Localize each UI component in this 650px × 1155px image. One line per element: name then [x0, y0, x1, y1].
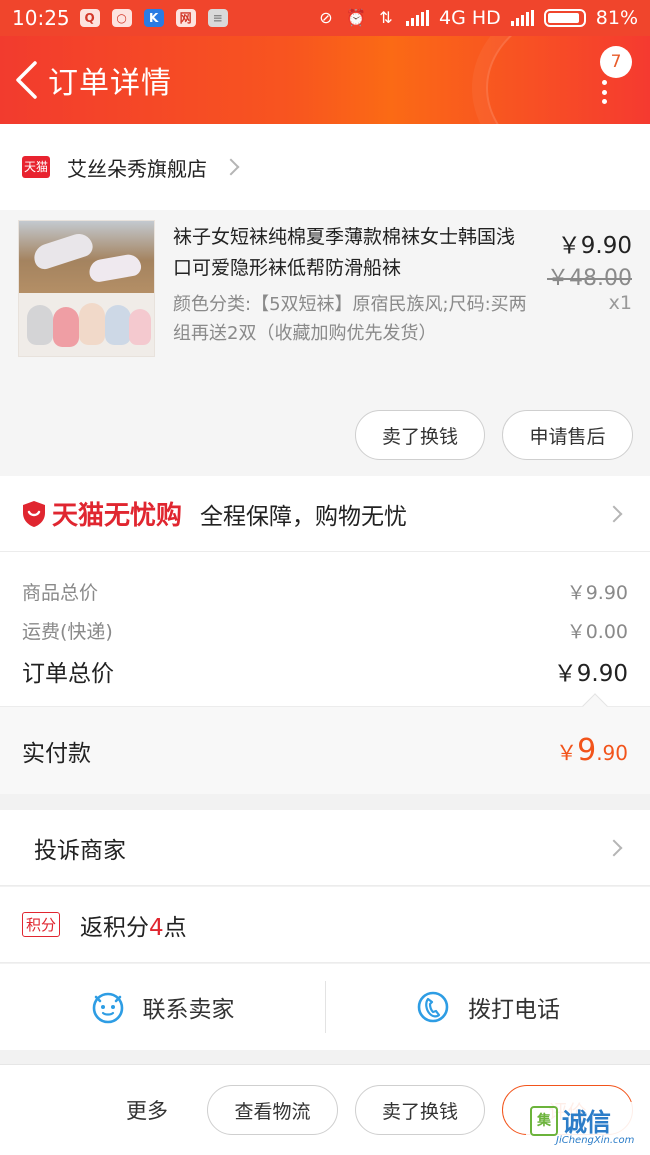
points-tag: 积分	[22, 912, 61, 937]
mute-icon: ⊘	[319, 8, 333, 27]
product-quantity: x1	[608, 292, 632, 314]
product-thumbnail[interactable]	[18, 220, 155, 357]
k-app-icon: K	[143, 9, 164, 27]
shop-name[interactable]: 艾丝朵秀旗舰店	[67, 153, 207, 182]
watermark-logo: 集	[530, 1106, 558, 1136]
order-item[interactable]: 袜子女短袜纯棉夏季薄款棉袜女士韩国浅口可爱隐形袜低帮防滑船袜 颜色分类:【5双短…	[0, 210, 650, 476]
points-text: 返积分4点	[80, 914, 187, 941]
netease-icon: 网	[175, 9, 196, 27]
message-count-badge[interactable]: 7	[600, 46, 632, 78]
clock: 10:25	[12, 6, 70, 30]
call-phone-label: 拨打电话	[468, 997, 560, 1023]
shipping-row: 运费(快递) ￥0.00	[22, 617, 628, 644]
view-logistics-button[interactable]: 查看物流	[207, 1085, 338, 1135]
sell-for-cash-button[interactable]: 卖了换钱	[355, 410, 485, 460]
more-actions-button[interactable]: 更多	[126, 1095, 168, 1125]
battery-percent: 81%	[595, 7, 638, 29]
actual-payment-amount: ￥9.90	[556, 733, 628, 768]
contact-seller-label: 联系卖家	[142, 997, 235, 1023]
shipping-label: 运费(快递)	[22, 621, 113, 643]
product-title[interactable]: 袜子女短袜纯棉夏季薄款棉袜女士韩国浅口可爱隐形袜低帮防滑船袜	[173, 222, 528, 284]
site-watermark: 集 诚信 JiChengXin.com	[526, 1102, 644, 1150]
apply-after-sales-button[interactable]: 申请售后	[502, 410, 633, 460]
contact-bar: 联系卖家 拨打电话	[0, 964, 650, 1050]
qq-icon: Q	[79, 9, 100, 27]
order-total-value: ￥9.90	[553, 661, 628, 687]
more-dots-icon[interactable]	[602, 80, 608, 104]
shipping-value: ￥0.00	[566, 621, 628, 643]
more-menu-button[interactable]: 7	[598, 46, 632, 106]
shield-icon	[23, 500, 45, 527]
complain-seller-label: 投诉商家	[34, 837, 126, 864]
chevron-right-icon	[605, 505, 623, 523]
watermark-name: 诚信	[562, 1108, 611, 1137]
tmall-logo-icon: 天猫	[22, 156, 50, 178]
product-original-price: ￥48.00	[547, 266, 632, 291]
sell-for-cash-bottom-button[interactable]: 卖了换钱	[355, 1085, 485, 1135]
notes-icon: ≡	[207, 9, 228, 27]
actual-payment-row: 实付款 ￥9.90	[0, 693, 650, 794]
network-type: 4G HD	[438, 7, 501, 29]
guarantee-row[interactable]: 天猫无忧购 全程保障，购物无忧	[0, 476, 650, 552]
status-bar: 10:25 Q ○ K 网 ≡ ⊘ ⏰ ⇅ 4G HD 81%	[0, 0, 650, 36]
order-total-label: 订单总价	[22, 661, 114, 687]
alarm-icon: ⏰	[346, 8, 366, 27]
app-header: 订单详情 7	[0, 36, 650, 124]
chat-bot-icon	[92, 992, 123, 1024]
bubble-icon: ○	[111, 9, 132, 27]
product-price: ￥9.90	[557, 233, 632, 259]
chevron-right-icon	[605, 839, 623, 857]
goods-total-row: 商品总价 ￥9.90	[22, 578, 628, 605]
signal-2-icon	[510, 10, 534, 26]
guarantee-description: 全程保障，购物无忧	[200, 503, 408, 530]
page-title: 订单详情	[48, 66, 172, 101]
guarantee-brand: 天猫无忧购	[52, 501, 183, 531]
complain-seller-row[interactable]: 投诉商家	[0, 810, 650, 886]
price-summary: 商品总价 ￥9.90 运费(快递) ￥0.00 订单总价 ￥9.90	[0, 552, 650, 706]
watermark-domain: JiChengXin.com	[556, 1135, 635, 1146]
reward-points-row: 积分 返积分4点	[0, 887, 650, 963]
back-arrow-icon[interactable]	[6, 50, 46, 110]
product-spec: 颜色分类:【5双短袜】原宿民族风;尺码:买两组再送2双（收藏加购优先发货）	[173, 294, 527, 344]
contact-seller-button[interactable]: 联系卖家	[0, 964, 325, 1050]
actual-payment-label: 实付款	[22, 740, 91, 767]
order-total-row: 订单总价 ￥9.90	[22, 654, 628, 688]
goods-total-label: 商品总价	[22, 582, 99, 604]
shop-header[interactable]: 天猫 艾丝朵秀旗舰店	[0, 124, 650, 210]
shop-card: 天猫 艾丝朵秀旗舰店 袜子女短袜纯棉夏季薄款棉袜女士韩国浅口可爱隐形袜低帮防滑船…	[0, 124, 650, 476]
call-phone-button[interactable]: 拨打电话	[325, 981, 650, 1033]
data-transfer-icon: ⇅	[379, 8, 393, 27]
battery-icon	[543, 9, 586, 27]
signal-icon	[405, 10, 429, 26]
goods-total-value: ￥9.90	[566, 582, 628, 604]
chevron-right-icon	[222, 158, 240, 176]
phone-icon	[417, 991, 449, 1023]
